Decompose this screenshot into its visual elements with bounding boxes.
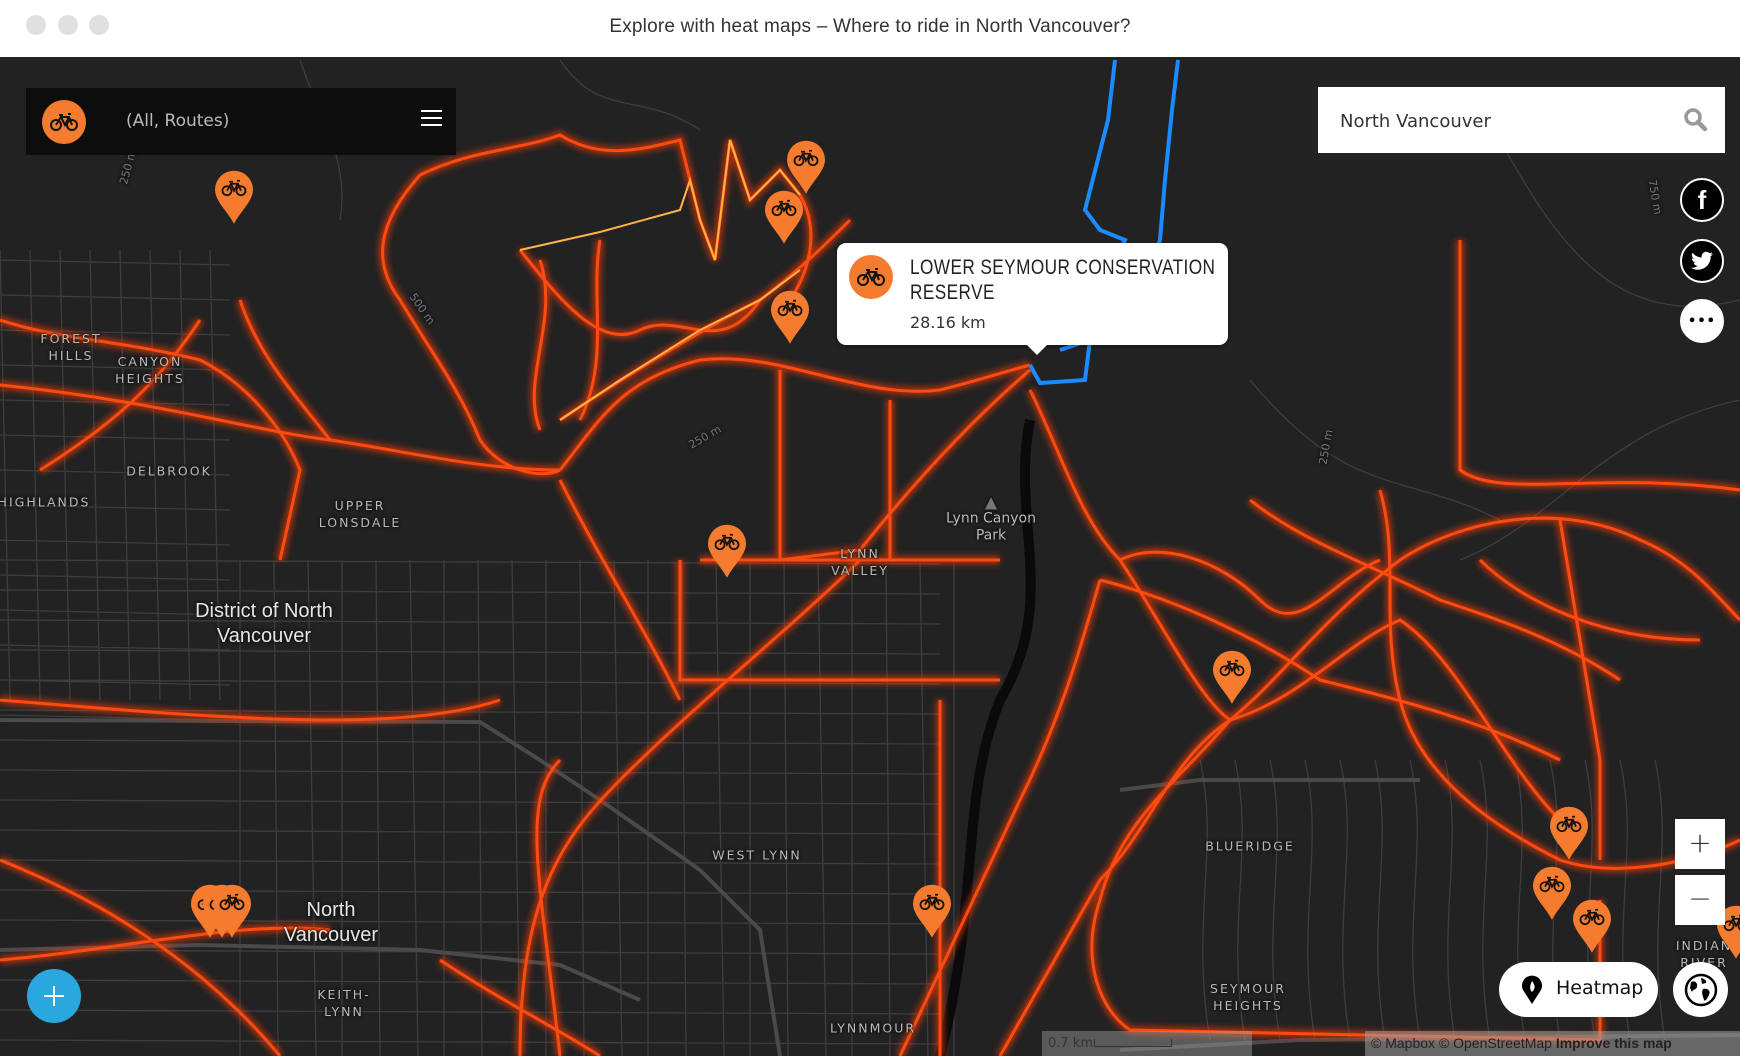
twitter-share-button[interactable]	[1680, 239, 1724, 283]
bike-route-marker[interactable]	[769, 290, 811, 402]
label-seymour-heights: SEYMOUR HEIGHTS	[1210, 981, 1286, 1013]
popup-distance: 28.16 km	[910, 313, 986, 332]
label-district-north-vancouver: District of North Vancouver	[195, 600, 333, 647]
label-lynn-valley: LYNN VALLEY	[831, 546, 889, 578]
map-style-button[interactable]	[1673, 962, 1728, 1017]
bike-pin-icon	[1533, 866, 1571, 920]
twitter-icon	[1691, 251, 1713, 270]
bike-route-marker[interactable]	[1211, 650, 1253, 762]
flame-pin-icon	[1522, 975, 1542, 1004]
search-icon[interactable]	[1683, 107, 1709, 133]
heatmap-label: Heatmap	[1556, 977, 1644, 999]
mapbox-link[interactable]: © Mapbox	[1371, 1035, 1435, 1051]
bike-pin-icon	[708, 524, 746, 578]
label-highlands: HIGHLANDS	[0, 494, 91, 510]
bike-pin-icon	[215, 170, 253, 224]
bike-pin-icon	[1573, 899, 1611, 953]
scale-label: 0.7 km	[1048, 1036, 1093, 1051]
map-scale: 0.7 km	[1042, 1031, 1252, 1056]
bike-route-marker[interactable]	[706, 524, 748, 636]
zoom-in-button[interactable]: +	[1675, 819, 1725, 869]
label-upper-lonsdale: UPPER LONSDALE	[318, 498, 402, 530]
search-box	[1318, 87, 1725, 155]
filter-panel: (All, Routes)	[26, 88, 456, 155]
label-west-lynn: WEST LYNN	[712, 847, 802, 863]
window-title: Explore with heat maps – Where to ride i…	[609, 16, 1131, 37]
filter-label[interactable]: (All, Routes)	[126, 111, 229, 131]
more-icon: •••	[1688, 313, 1716, 329]
search-input[interactable]	[1338, 87, 1672, 155]
label-canyon-heights: CANYON HEIGHTS	[115, 354, 185, 386]
improve-map-link[interactable]: Improve this map	[1556, 1035, 1672, 1051]
label-blueridge: BLUERIDGE	[1205, 838, 1295, 854]
label-delbrook: DELBROOK	[126, 463, 212, 479]
more-share-button[interactable]: •••	[1680, 299, 1724, 343]
bike-icon	[42, 100, 86, 144]
bike-pin-icon	[771, 290, 809, 344]
label-lynn-canyon-park: ▲ Lynn Canyon Park	[946, 492, 1036, 544]
label-forest-hills: FOREST HILLS	[40, 331, 102, 363]
label-north-vancouver: North Vancouver	[283, 899, 379, 946]
globe-icon	[1684, 973, 1717, 1006]
bike-route-marker[interactable]	[211, 884, 253, 996]
bike-route-marker[interactable]	[867, 290, 909, 402]
bike-pin-icon	[213, 884, 251, 938]
zoom-out-button[interactable]: −	[1675, 875, 1725, 925]
osm-link[interactable]: © OpenStreetMap	[1439, 1035, 1552, 1051]
popup-title[interactable]: LOWER SEYMOUR CONSERVATION RESERVE	[910, 255, 1215, 305]
scale-bar	[1094, 1039, 1172, 1047]
add-route-button[interactable]	[27, 969, 81, 1023]
bike-pin-icon	[913, 884, 951, 938]
bike-route-marker[interactable]	[213, 170, 255, 282]
map-attribution: © Mapbox © OpenStreetMap Improve this ma…	[1365, 1031, 1740, 1056]
label-keith-lynn: KEITH- LYNN	[317, 987, 371, 1019]
bike-pin-icon	[1213, 650, 1251, 704]
window-titlebar: Explore with heat maps – Where to ride i…	[0, 0, 1740, 58]
park-tree-icon: ▲	[984, 492, 998, 512]
heatmap-toggle-button[interactable]: Heatmap	[1499, 962, 1658, 1017]
route-popup[interactable]: LOWER SEYMOUR CONSERVATION RESERVE 28.16 …	[837, 243, 1228, 355]
facebook-share-button[interactable]: f	[1680, 178, 1724, 222]
facebook-icon: f	[1697, 184, 1707, 215]
bike-pin-icon	[1550, 806, 1588, 860]
bike-pin-icon	[787, 140, 825, 194]
label-lynnmour: LYNNMOUR	[829, 1020, 917, 1036]
highways	[0, 718, 1740, 1056]
hamburger-menu-icon[interactable]	[421, 110, 442, 128]
map-canvas[interactable]: FOREST HILLS CANYON HEIGHTS DELBROOK HIGHL…	[0, 57, 1740, 1056]
bike-pin-icon	[765, 190, 803, 244]
bike-route-marker[interactable]	[911, 884, 953, 996]
bike-icon	[849, 255, 893, 299]
